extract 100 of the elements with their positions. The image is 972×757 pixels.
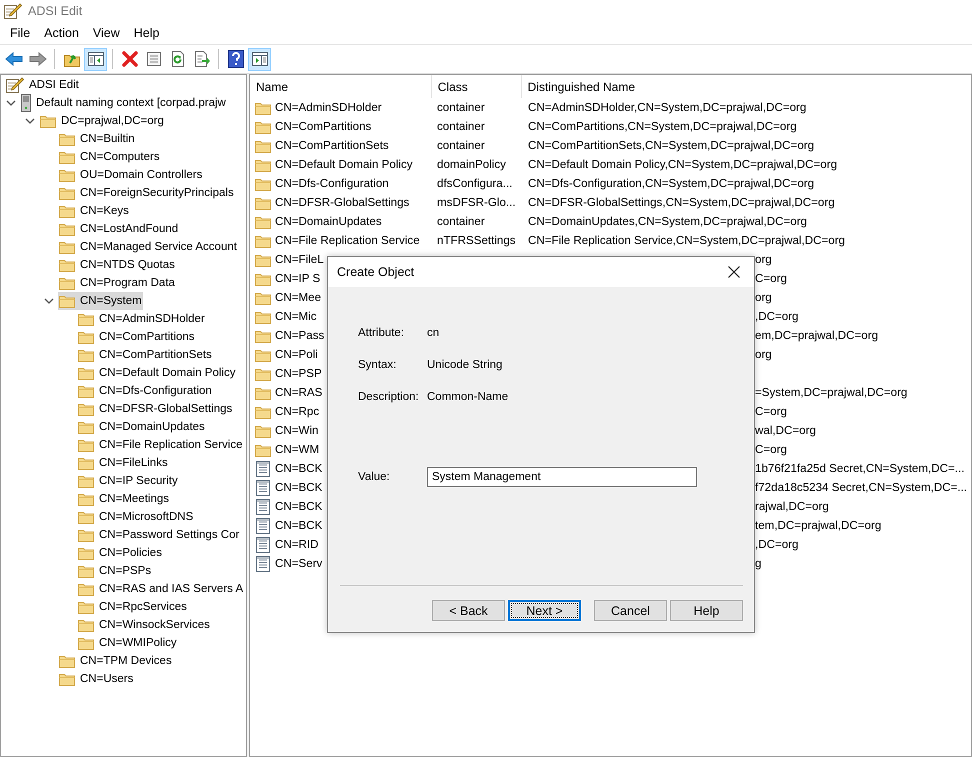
tree-item[interactable]: ADSI Edit [5,76,80,94]
action-pane-button[interactable] [248,48,271,70]
tree-item[interactable]: CN=Dfs-Configuration [77,382,213,400]
menu-item[interactable]: Help [126,24,166,42]
object-name[interactable]: CN=BCK [275,481,322,494]
console-tree-button[interactable] [84,48,107,70]
object-name[interactable]: CN=Poli [275,348,318,361]
folder-icon [78,600,94,614]
column-header[interactable]: Name [250,75,432,98]
object-name[interactable]: CN=ComPartitionSets [275,139,389,152]
tree-item[interactable]: CN=FileLinks [77,454,169,472]
properties-icon [146,51,162,67]
object-name[interactable]: CN=File Replication Service [275,234,420,247]
object-name[interactable]: CN=Dfs-Configuration [275,177,389,190]
folder-icon [59,168,75,182]
document-icon [256,460,270,476]
menu-item[interactable]: File [3,24,38,42]
folder-icon [78,456,94,470]
tree-item[interactable]: CN=Computers [58,148,161,166]
back-arrow-icon [4,51,22,67]
tree-item[interactable]: OU=Domain Controllers [58,166,204,184]
menu-item[interactable]: Action [37,24,86,42]
tree-item[interactable]: DC=prajwal,DC=org [39,112,165,130]
object-name[interactable]: CN=Win [275,424,318,437]
tree-item[interactable]: CN=Meetings [77,490,170,508]
dialog-button[interactable]: Next > [508,600,581,621]
tree-item[interactable]: CN=ComPartitionSets [77,346,213,364]
tree-item[interactable]: CN=Policies [77,544,163,562]
object-name[interactable]: CN=Pass [275,329,324,342]
tree-item[interactable]: CN=ComPartitions [77,328,196,346]
object-name[interactable]: CN=FileL [275,253,324,266]
folder-icon [255,100,271,114]
object-name[interactable]: CN=DomainUpdates [275,215,382,228]
tree-item[interactable]: CN=ForeignSecurityPrincipals [58,184,235,202]
object-name[interactable]: CN=BCK [275,500,322,513]
tree-item[interactable]: CN=RpcServices [77,598,188,616]
tree-item[interactable]: CN=NTDS Quotas [58,256,176,274]
folder-icon [59,258,75,272]
folder-icon [255,176,271,190]
object-name[interactable]: CN=PSP [275,367,322,380]
folder-icon [255,386,271,400]
object-name[interactable]: CN=BCK [275,462,322,475]
chevron-icon[interactable] [6,98,16,108]
tree-item[interactable]: CN=Password Settings Cor [77,526,240,544]
column-header[interactable]: Class [432,75,522,98]
tree-item[interactable]: CN=IP Security [77,472,179,490]
value-field[interactable]: System Management [427,467,697,487]
tree-item[interactable]: CN=Program Data [58,274,176,292]
menu-item[interactable]: View [86,24,127,42]
distinguished-name: f72da18c5234 Secret,CN=System,DC=... [755,481,968,494]
field-value: Unicode String [427,359,502,371]
object-name[interactable]: CN=Rpc [275,405,320,418]
distinguished-name: CN=ComPartitions,CN=System,DC=prajwal,DC=org [527,120,797,133]
dialog-button[interactable]: Cancel [594,600,667,621]
tree-item[interactable]: CN=Keys [58,202,130,220]
tree-item[interactable]: CN=DomainUpdates [77,418,206,436]
tree-item[interactable]: Default naming context [corpad.prajw [20,94,227,112]
chevron-icon[interactable] [25,116,35,126]
folder-icon [255,272,271,286]
object-name[interactable]: CN=Mic [275,310,317,323]
column-header[interactable]: Distinguished Name [522,75,971,98]
tree-item[interactable]: CN=Users [58,670,134,688]
folder-icon [59,132,75,146]
tree-item[interactable]: CN=TPM Devices [58,652,173,670]
dialog-button[interactable]: Help [670,600,743,621]
tree-item[interactable]: CN=RAS and IAS Servers A [77,580,244,598]
object-name[interactable]: CN=Serv [275,557,322,570]
tree-item[interactable]: CN=PSPs [77,562,152,580]
tree-item[interactable]: CN=DFSR-GlobalSettings [77,400,234,418]
tree-item[interactable]: CN=Managed Service Account [58,238,238,256]
tree-item[interactable]: CN=WMIPolicy [77,634,178,652]
tree-item[interactable]: CN=Default Domain Policy [77,364,236,382]
tree-item[interactable]: CN=AdminSDHolder [77,310,206,328]
tree-item[interactable]: CN=Builtin [58,130,136,148]
tree-item[interactable]: CN=MicrosoftDNS [77,508,194,526]
field-value: Common-Name [427,391,508,403]
object-class: domainPolicy [436,158,507,171]
object-name[interactable]: CN=IP S [275,272,320,285]
object-name[interactable]: CN=RAS [275,386,322,399]
object-name[interactable]: CN=ComPartitions [275,120,372,133]
dialog-button[interactable]: < Back [432,600,505,621]
document-icon [256,536,270,552]
tree-item[interactable]: CN=WinsockServices [77,616,211,634]
tree-item[interactable]: CN=LostAndFound [58,220,180,238]
object-name[interactable]: CN=AdminSDHolder [275,101,382,114]
folder-icon [78,330,94,344]
chevron-icon[interactable] [44,296,54,306]
object-name[interactable]: CN=BCK [275,519,322,532]
tree-item[interactable]: CN=System [58,292,143,310]
object-name[interactable]: CN=DFSR-GlobalSettings [275,196,410,209]
tree-item[interactable]: CN=File Replication Service [77,436,244,454]
distinguished-name: wal,DC=org [755,424,816,437]
distinguished-name: C=org [755,272,787,285]
folder-icon [78,366,94,380]
object-name[interactable]: CN=Mee [275,291,322,304]
object-name[interactable]: CN=RID [275,538,318,551]
object-name[interactable]: CN=Default Domain Policy [275,158,413,171]
folder-icon [78,312,94,326]
object-name[interactable]: CN=WM [275,443,320,456]
dialog-title: Create Object [337,265,414,279]
